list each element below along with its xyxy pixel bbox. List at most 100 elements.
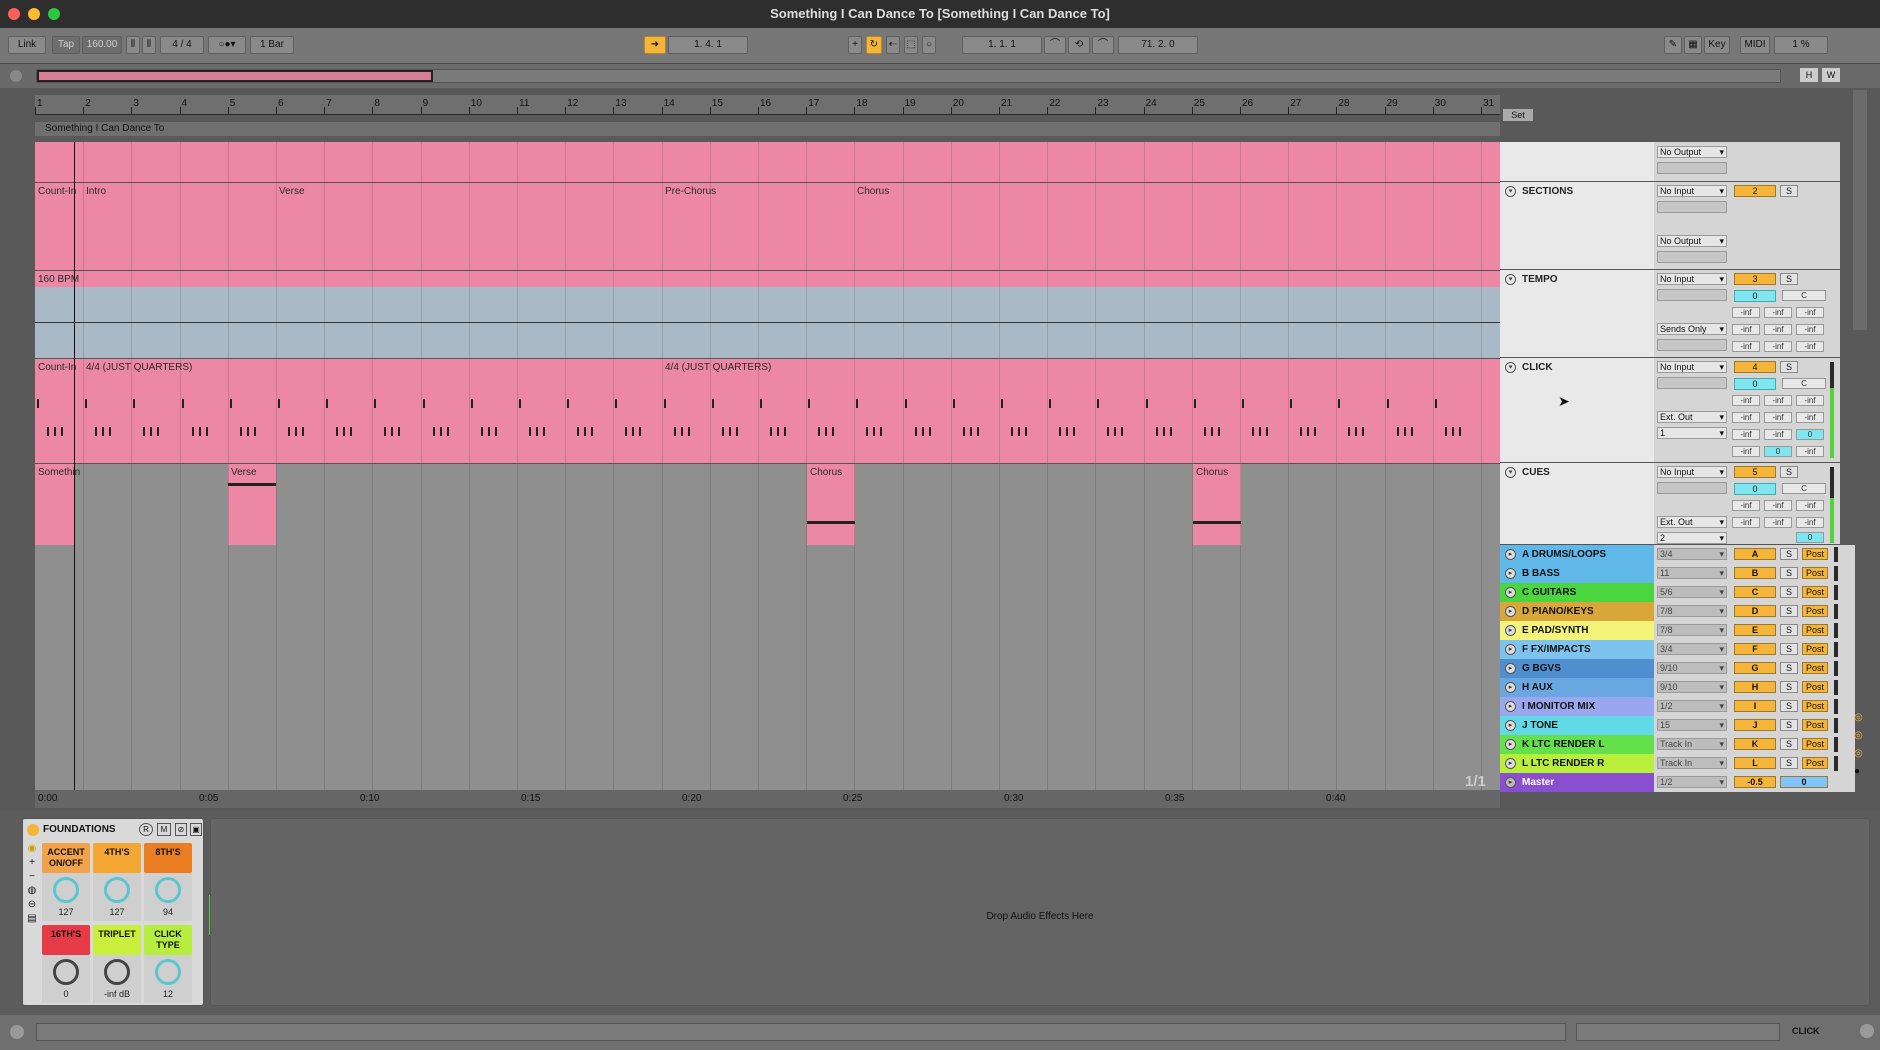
send-e[interactable]: -inf — [1764, 412, 1792, 423]
send-k[interactable]: 0 — [1764, 446, 1792, 457]
group-output-select[interactable]: 3/4 — [1657, 643, 1727, 655]
fold-icon[interactable]: ▸ — [1505, 777, 1516, 788]
crossfader-toggle-icon[interactable]: ● — [1854, 766, 1866, 784]
input-select[interactable]: No Input — [1657, 466, 1727, 478]
group-track-row[interactable]: C GUITARS▸ 5/6 CS Post — [1500, 583, 1855, 602]
pan-field[interactable]: 0 — [1734, 483, 1776, 495]
send-d[interactable]: -inf — [1732, 412, 1760, 423]
group-output-select[interactable]: 1/2 — [1657, 700, 1727, 712]
post-fader-button[interactable]: Post — [1802, 757, 1828, 769]
output-select[interactable]: No Output — [1657, 235, 1727, 247]
clip-tempo[interactable]: 160 BPM — [38, 274, 79, 285]
clip-intro[interactable]: Intro — [86, 186, 106, 197]
beat-time-ruler[interactable]: 1 2 3 4 5 6 7 8 9 10 11 12 13 14 15 16 17 18 19 20 21 22 23 24 2… — [35, 95, 1500, 115]
fold-icon[interactable]: ▸ — [1505, 568, 1516, 579]
fold-icon[interactable]: ▸ — [1505, 644, 1516, 655]
send-f[interactable]: -inf — [1796, 517, 1824, 528]
fold-icon[interactable]: ▸ — [1505, 758, 1516, 769]
device-map-button[interactable]: M — [157, 823, 171, 836]
group-output-select[interactable]: 5/6 — [1657, 586, 1727, 598]
loop-length-field[interactable]: 71. 2. 0 — [1118, 36, 1198, 54]
fold-icon[interactable]: ▾ — [1505, 274, 1516, 285]
punch-out-icon[interactable]: ⌒ — [1092, 36, 1114, 54]
send-b[interactable]: -inf — [1764, 395, 1792, 406]
solo-button[interactable]: S — [1780, 662, 1798, 674]
fold-icon[interactable]: ▸ — [1505, 682, 1516, 693]
send-a[interactable]: -inf — [1732, 500, 1760, 511]
clip-click-count-in[interactable]: Count-In — [38, 362, 76, 373]
post-fader-button[interactable]: Post — [1802, 643, 1828, 655]
fold-icon[interactable]: ▸ — [1505, 587, 1516, 598]
track-activator[interactable]: 4 — [1734, 361, 1776, 373]
input-select[interactable]: No Input — [1657, 361, 1727, 373]
close-window-icon[interactable] — [8, 8, 20, 20]
track-activator[interactable]: I — [1734, 700, 1776, 712]
pan-field[interactable]: 0 — [1734, 290, 1776, 302]
post-fader-button[interactable]: Post — [1802, 605, 1828, 617]
show-macros-icon[interactable]: ◉ — [26, 843, 38, 857]
fold-icon[interactable]: ▾ — [1505, 362, 1516, 373]
track-activator[interactable]: G — [1734, 662, 1776, 674]
macro-knob[interactable] — [155, 877, 181, 903]
device-power-icon[interactable] — [27, 824, 39, 836]
playhead[interactable] — [74, 142, 75, 790]
punch-in-icon[interactable]: ⌒ — [1044, 36, 1066, 54]
metronome-icon[interactable]: ○●▾ — [208, 36, 246, 54]
send-b[interactable]: -inf — [1764, 500, 1792, 511]
track-activator[interactable]: A — [1734, 548, 1776, 560]
track-activator[interactable]: 3 — [1734, 273, 1776, 285]
solo-button[interactable]: S — [1780, 586, 1798, 598]
send-d[interactable]: -inf — [1732, 517, 1760, 528]
send-d[interactable]: -inf — [1732, 324, 1760, 335]
fold-icon[interactable]: ▸ — [1505, 549, 1516, 560]
send-e[interactable]: -inf — [1764, 517, 1792, 528]
pan-center[interactable]: C — [1782, 483, 1826, 494]
group-track-row[interactable]: D PIANO/KEYS▸ 7/8 DS Post — [1500, 602, 1855, 621]
track-activator[interactable]: E — [1734, 624, 1776, 636]
track-lane-click[interactable]: Count-In 4/4 (JUST QUARTERS) 4/4 (JUST Q… — [35, 358, 1500, 463]
set-locator-button[interactable]: Set — [1503, 109, 1533, 121]
solo-button[interactable]: S — [1780, 185, 1798, 197]
sends-select[interactable]: Sends Only — [1657, 323, 1727, 335]
solo-button[interactable]: S — [1780, 738, 1798, 750]
vertical-scrollbar[interactable] — [1853, 90, 1867, 330]
macro-knob[interactable] — [53, 877, 79, 903]
group-track-row[interactable]: F FX/IMPACTS▸ 3/4 FS Post — [1500, 640, 1855, 659]
overview-w-icon[interactable]: W — [1822, 68, 1840, 82]
info-view-icon[interactable] — [10, 1025, 24, 1039]
loop-icon[interactable]: ⟲ — [1068, 36, 1090, 54]
send-a[interactable]: -inf — [1732, 307, 1760, 318]
group-track-row[interactable]: I MONITOR MIX▸ 1/2 IS Post — [1500, 697, 1855, 716]
solo-button[interactable]: S — [1780, 548, 1798, 560]
send-c[interactable]: -inf — [1796, 307, 1824, 318]
clip-pre-chorus[interactable]: Pre-Chorus — [665, 186, 716, 197]
track-activator[interactable]: 5 — [1734, 466, 1776, 478]
send-j[interactable]: -inf — [1732, 446, 1760, 457]
device-save-icon[interactable]: ▣ — [190, 823, 202, 836]
clip-click-quarters-a[interactable]: 4/4 (JUST QUARTERS) — [86, 362, 192, 373]
draw-mode-icon[interactable]: ✎ — [1664, 36, 1682, 54]
send-b[interactable]: -inf — [1764, 307, 1792, 318]
track-activator[interactable]: D — [1734, 605, 1776, 617]
clip-cue-chorus-1[interactable]: Chorus — [810, 467, 842, 478]
track-activator[interactable]: J — [1734, 719, 1776, 731]
send-h[interactable]: -inf — [1764, 429, 1792, 440]
midi-map-button[interactable]: MIDI — [1740, 36, 1770, 54]
capture-midi-icon[interactable]: ⬚ — [904, 36, 918, 54]
group-output-select[interactable]: 11 — [1657, 567, 1727, 579]
clip-cue-verse[interactable]: Verse — [231, 467, 257, 478]
time-signature-field[interactable]: 4 / 4 — [160, 36, 204, 54]
group-track-row[interactable]: J TONE▸ 15 JS Post — [1500, 716, 1855, 735]
master-pan-field[interactable]: 0 — [1780, 776, 1828, 788]
post-fader-button[interactable]: Post — [1802, 548, 1828, 560]
remove-macro-icon[interactable]: − — [26, 871, 38, 885]
output-select[interactable]: Ext. Out — [1657, 411, 1727, 423]
solo-button[interactable]: S — [1780, 361, 1798, 373]
group-output-select[interactable]: 15 — [1657, 719, 1727, 731]
group-track-row[interactable]: H AUX▸ 9/10 HS Post — [1500, 678, 1855, 697]
solo-button[interactable]: S — [1780, 273, 1798, 285]
solo-button[interactable]: S — [1780, 466, 1798, 478]
io-toggle-icon[interactable]: ◎ — [1854, 712, 1866, 730]
solo-button[interactable]: S — [1780, 757, 1798, 769]
add-macro-icon[interactable]: + — [26, 857, 38, 871]
